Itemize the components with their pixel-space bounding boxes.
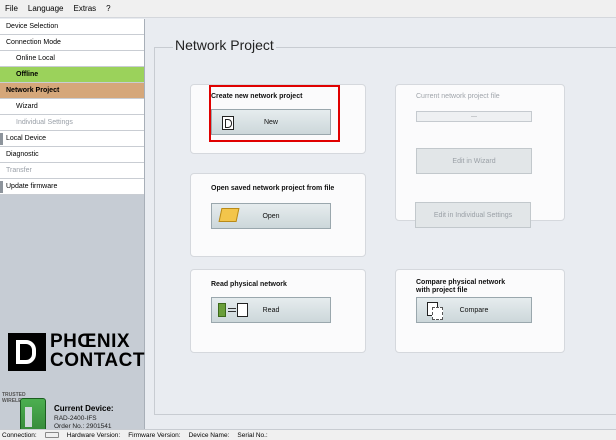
sidebar-item-transfer: Transfer [0,163,144,179]
sidebar-item-update-firmware[interactable]: Update firmware [0,179,144,195]
connection-icon [44,432,59,438]
compare-network-card: Compare physical network with project fi… [395,269,565,353]
current-device-model: RAD-2400-IFS [54,415,97,422]
compare-title-line1: Compare physical network [416,279,506,286]
compare-files-icon [427,302,443,320]
open-project-card: Open saved network project from file Ope… [190,173,366,257]
menu-help[interactable]: ? [106,4,110,13]
current-project-card: Current network project file --- Edit in… [395,84,565,221]
compare-button-label: Compare [459,306,489,314]
menu-file[interactable]: File [5,4,18,13]
sidebar-item-network-project[interactable]: Network Project [0,83,144,99]
read-network-title: Read physical network [211,281,287,288]
highlight-annotation [209,85,340,142]
current-project-title: Current network project file [416,93,500,100]
menu-bar: File Language Extras ? [0,0,616,18]
sidebar-item-local-device[interactable]: Local Device [0,131,144,147]
sidebar-item-diagnostic[interactable]: Diagnostic [0,147,144,163]
status-device-name: Device Name: [188,431,230,439]
read-button-label: Read [262,306,280,314]
logo-text-line2: CONTACT [50,350,145,371]
read-button[interactable]: Read [211,297,331,323]
status-bar: Connection: Hardware Version: Firmware V… [0,429,616,440]
phoenix-contact-logo: PHŒNIX CONTACT [6,329,144,383]
menu-language[interactable]: Language [28,4,64,13]
main-panel: Network Project Create new network proje… [146,19,616,429]
compare-network-title: Compare physical network with project fi… [416,279,505,295]
edit-individual-settings-button: Edit in Individual Settings [415,202,531,228]
current-project-field: --- [416,111,532,122]
sidebar-item-connection-mode[interactable]: Connection Mode [0,35,144,51]
sidebar: Device Selection Connection Mode Online … [0,19,145,440]
status-connection: Connection: [2,431,37,439]
group-border-left [154,47,155,415]
group-border-bottom [154,414,616,415]
folder-icon [218,208,240,222]
sidebar-item-online-local[interactable]: Online Local [0,51,144,67]
status-serial: Serial No.: [237,431,268,439]
current-device-label: Current Device: [54,404,114,413]
logo-mark-icon [8,333,46,371]
open-project-title: Open saved network project from file [211,185,335,192]
status-firmware: Firmware Version: [128,431,181,439]
compare-button[interactable]: Compare [416,297,532,323]
read-network-icon [218,303,248,319]
compare-title-line2: with project file [416,287,468,294]
sidebar-item-individual-settings: Individual Settings [0,115,144,131]
sidebar-item-device-selection[interactable]: Device Selection [0,19,144,35]
menu-extras[interactable]: Extras [73,4,96,13]
open-button[interactable]: Open [211,203,331,229]
read-network-card: Read physical network Read [190,269,366,353]
page-title: Network Project [173,37,276,53]
edit-in-wizard-button: Edit in Wizard [416,148,532,174]
sidebar-item-offline[interactable]: Offline [0,67,144,83]
status-hardware: Hardware Version: [66,431,121,439]
logo-text-line1: PHŒNIX [50,331,131,352]
sidebar-item-wizard[interactable]: Wizard [0,99,144,115]
open-button-label: Open [262,212,280,220]
